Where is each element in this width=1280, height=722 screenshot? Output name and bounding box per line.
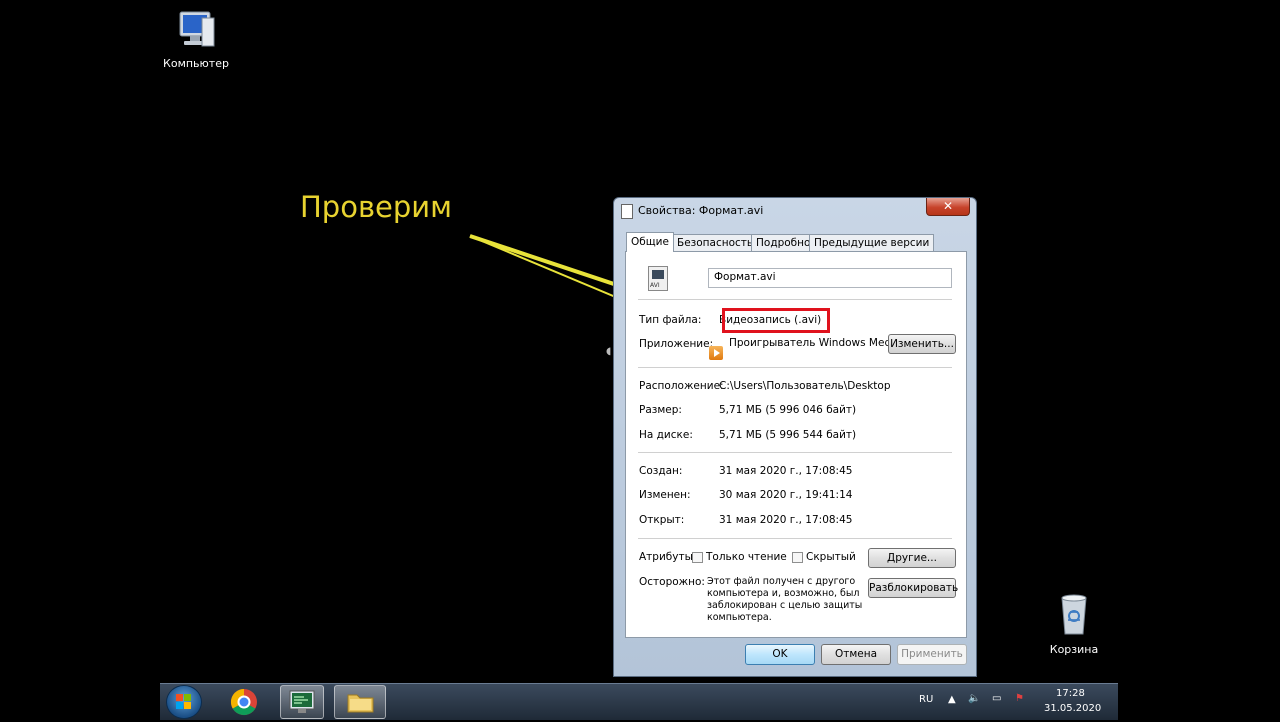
app-label: Приложение: bbox=[639, 338, 714, 350]
language-indicator[interactable]: RU bbox=[919, 694, 933, 705]
computer-monitor-icon bbox=[289, 690, 315, 713]
media-player-icon bbox=[709, 346, 723, 360]
readonly-checkbox[interactable] bbox=[692, 552, 703, 563]
modified-label: Изменен: bbox=[639, 489, 691, 501]
warning-text-line: Этот файл получен с другого bbox=[707, 576, 856, 587]
tray-expand-icon[interactable]: ▲ bbox=[948, 694, 956, 705]
avi-file-icon: AVI bbox=[648, 266, 668, 291]
hidden-checkbox[interactable] bbox=[792, 552, 803, 563]
folder-explorer-icon bbox=[347, 694, 374, 713]
opened-label: Открыт: bbox=[639, 514, 685, 526]
created-label: Создан: bbox=[639, 465, 683, 477]
taskbar-chrome[interactable] bbox=[222, 685, 266, 719]
start-orb-icon[interactable] bbox=[166, 685, 202, 719]
clock-date[interactable]: 31.05.2020 bbox=[1044, 703, 1101, 714]
tab-previous-versions[interactable]: Предыдущие версии bbox=[809, 234, 935, 251]
size-value: 5,71 МБ (5 996 046 байт) bbox=[719, 404, 857, 416]
ok-button[interactable]: OK bbox=[745, 644, 815, 665]
apply-button[interactable]: Применить bbox=[897, 644, 967, 665]
tab-general[interactable]: Общие bbox=[626, 232, 674, 252]
created-value: 31 мая 2020 г., 17:08:45 bbox=[719, 465, 853, 477]
change-button[interactable]: Изменить... bbox=[888, 334, 956, 354]
volume-icon[interactable]: 🔈 bbox=[968, 693, 980, 704]
tab-details[interactable]: Подробно bbox=[751, 234, 816, 251]
tab-security[interactable]: Безопасность bbox=[672, 234, 759, 251]
location-label: Расположение: bbox=[639, 380, 724, 392]
hidden-checkbox-label[interactable]: Скрытый bbox=[806, 551, 856, 563]
highlight-box bbox=[722, 308, 830, 333]
location-value: C:\Users\Пользователь\Desktop bbox=[719, 380, 891, 392]
app-value: Проигрыватель Windows Media bbox=[729, 337, 901, 349]
chrome-icon bbox=[230, 688, 257, 716]
action-center-icon[interactable]: ⚑ bbox=[1015, 693, 1024, 704]
file-small-icon bbox=[621, 204, 633, 219]
file-type-label: Тип файла: bbox=[639, 314, 702, 326]
unblock-button[interactable]: Разблокировать bbox=[868, 578, 958, 598]
warning-text-line: компьютера и, возможно, был bbox=[707, 588, 860, 599]
size-label: Размер: bbox=[639, 404, 682, 416]
desktop-glyph: ◖ bbox=[606, 346, 612, 357]
other-attributes-button[interactable]: Другие... bbox=[868, 548, 956, 568]
opened-value: 31 мая 2020 г., 17:08:45 bbox=[719, 514, 853, 526]
disk-size-label: На диске: bbox=[639, 429, 693, 441]
clock-time[interactable]: 17:28 bbox=[1056, 688, 1085, 699]
modified-value: 30 мая 2020 г., 19:41:14 bbox=[719, 489, 853, 501]
readonly-checkbox-label[interactable]: Только чтение bbox=[706, 551, 787, 563]
taskbar-computer[interactable] bbox=[280, 685, 324, 719]
taskbar-explorer[interactable] bbox=[334, 685, 386, 719]
cancel-button[interactable]: Отмена bbox=[821, 644, 891, 665]
network-icon[interactable]: ▭ bbox=[992, 693, 1001, 704]
dialog-titlebar[interactable]: Свойства: Формат.avi ✕ bbox=[614, 198, 976, 224]
attributes-label: Атрибуты: bbox=[639, 551, 697, 563]
properties-dialog: Свойства: Формат.avi ✕ Общие Безопасност… bbox=[613, 197, 977, 677]
dialog-title: Свойства: Формат.avi bbox=[638, 204, 764, 217]
warning-text-line: компьютера. bbox=[707, 612, 772, 623]
windows-logo-icon bbox=[176, 694, 191, 709]
general-tab-panel: AVI Формат.avi Тип файла: Видеозапись (.… bbox=[625, 251, 967, 638]
disk-size-value: 5,71 МБ (5 996 544 байт) bbox=[719, 429, 857, 441]
warning-text-line: заблокирован с целью защиты bbox=[707, 600, 863, 611]
warning-label: Осторожно: bbox=[639, 576, 705, 588]
close-button[interactable]: ✕ bbox=[926, 198, 970, 216]
taskbar: RU ▲ 🔈 ▭ ⚑ 17:28 31.05.2020 bbox=[160, 683, 1118, 720]
file-name-field[interactable]: Формат.avi bbox=[708, 268, 952, 288]
